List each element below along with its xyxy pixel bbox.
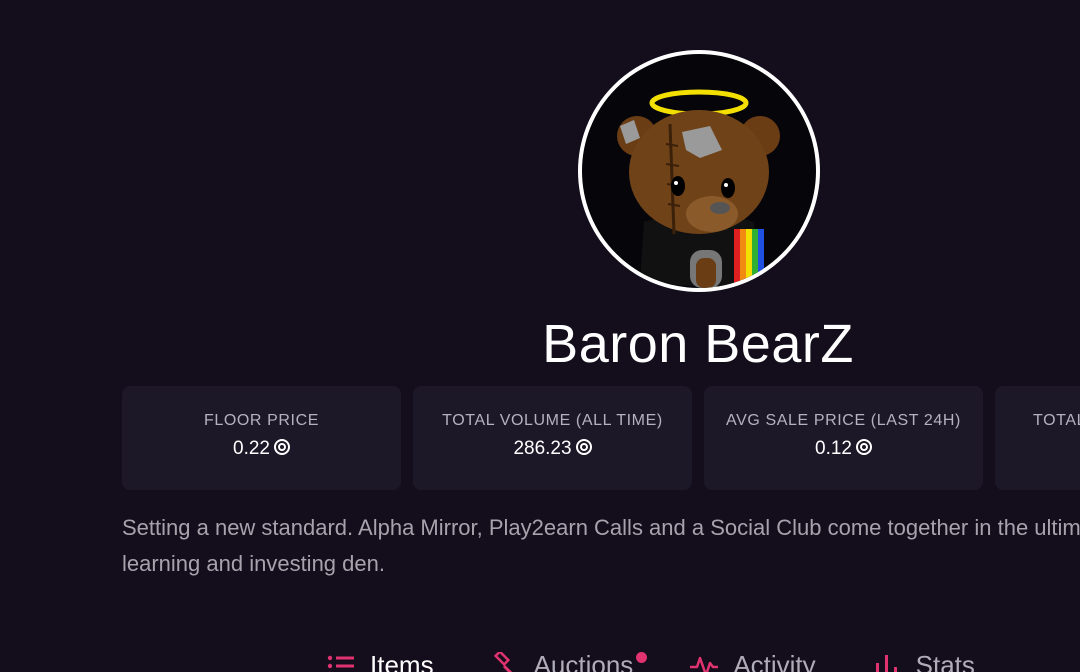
gavel-icon bbox=[493, 651, 513, 672]
tab-stats[interactable]: Stats bbox=[872, 650, 975, 672]
tab-label: Stats bbox=[915, 650, 975, 672]
currency-icon bbox=[855, 439, 872, 455]
collection-description: Setting a new standard. Alpha Mirror, Pl… bbox=[122, 515, 1080, 576]
currency-icon bbox=[575, 439, 592, 455]
tab-items[interactable]: Items bbox=[326, 650, 434, 672]
stat-label: TOTAL VOLUME (ALL TIME) bbox=[442, 412, 663, 429]
stat-card-total-volume: TOTAL VOLUME (ALL TIME) 286.23 bbox=[413, 386, 692, 490]
tab-auctions[interactable]: Auctions bbox=[490, 650, 648, 672]
stat-value: 0.22 bbox=[122, 438, 401, 460]
stat-card-total: TOTAL bbox=[995, 386, 1080, 490]
stat-value-text: 0.22 bbox=[233, 438, 270, 459]
tab-label: Auctions bbox=[533, 650, 634, 672]
stat-label: TOTAL bbox=[1033, 412, 1080, 429]
stat-value: 0.12 bbox=[704, 438, 983, 460]
collection-page: Baron BearZ FLOOR PRICE 0.22 TOTAL VOLUM… bbox=[0, 0, 1080, 672]
stat-label: FLOOR PRICE bbox=[203, 412, 320, 429]
stat-value: 286.23 bbox=[413, 438, 692, 460]
stat-value-text: 286.23 bbox=[513, 438, 572, 459]
stats-row: FLOOR PRICE 0.22 TOTAL VOLUME (ALL TIME)… bbox=[122, 386, 1080, 490]
activity-icon bbox=[690, 656, 719, 672]
bear-avatar-image bbox=[617, 89, 780, 288]
tab-label: Items bbox=[370, 650, 434, 672]
list-icon bbox=[327, 655, 354, 672]
tab-label: Activity bbox=[733, 650, 816, 672]
stat-value-text: 0.12 bbox=[815, 438, 852, 459]
tab-activity[interactable]: Activity bbox=[689, 650, 816, 672]
collection-title: Baron BearZ bbox=[542, 314, 854, 374]
stat-label: AVG SALE PRICE (LAST 24H) bbox=[726, 412, 961, 429]
notification-dot bbox=[636, 652, 648, 663]
stat-card-floor-price: FLOOR PRICE 0.22 bbox=[122, 386, 401, 490]
collection-avatar bbox=[578, 50, 820, 292]
collection-tabs: Items Auctions Activity Stats bbox=[326, 650, 1031, 672]
stat-card-avg-sale-price: AVG SALE PRICE (LAST 24H) 0.12 bbox=[704, 386, 983, 490]
bar-chart-icon bbox=[875, 654, 897, 672]
currency-icon bbox=[273, 439, 290, 455]
